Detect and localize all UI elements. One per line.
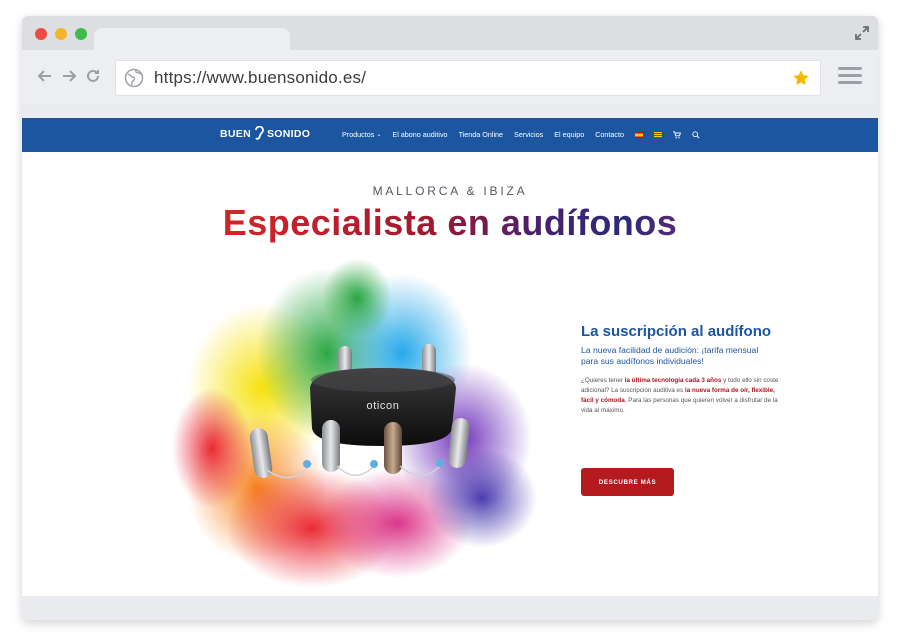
browser-bottom-bar — [22, 596, 878, 620]
logo-text-right: SONIDO — [266, 128, 311, 140]
hero-kicker: MALLORCA & IBIZA — [372, 184, 528, 198]
expand-icon[interactable] — [854, 25, 870, 41]
reload-button[interactable] — [84, 67, 102, 85]
reload-icon — [87, 69, 99, 82]
browser-tab[interactable] — [94, 28, 290, 52]
flag-es-icon[interactable] — [634, 131, 643, 138]
case-brand-label: oticon — [367, 400, 400, 412]
title-bar — [22, 16, 878, 52]
maximize-window-button[interactable] — [75, 28, 87, 40]
chevron-down-icon: ⌄ — [376, 132, 382, 138]
hero-headline: Especialista en audífonos — [22, 202, 878, 244]
promo-subtitle: La nueva facilidad de audición: ¡tarifa … — [581, 345, 759, 366]
menu-item-tienda[interactable]: Tienda Online — [459, 130, 503, 139]
web-page: BUEN SONIDO Productos ⌄ El abono auditivo… — [22, 118, 878, 596]
arrow-right-icon — [63, 70, 77, 82]
cart-icon[interactable] — [672, 130, 681, 139]
discover-more-button[interactable]: DESCUBRE MÁS — [581, 468, 674, 496]
menu-item-servicios[interactable]: Servicios — [514, 130, 543, 139]
hero-product-image: oticon — [172, 258, 537, 588]
browser-window: https://www.buensonido.es/ BUEN SONIDO P… — [22, 16, 878, 620]
back-button[interactable] — [36, 67, 54, 85]
site-logo[interactable]: BUEN SONIDO — [220, 126, 311, 140]
ear-logo-icon — [255, 126, 264, 140]
promo-body: ¿Quieres tener la última tecnología cada… — [581, 377, 779, 414]
subscription-promo: La suscripción al audífono La nueva faci… — [581, 323, 791, 416]
globe-icon — [124, 68, 144, 88]
search-icon[interactable] — [692, 130, 700, 139]
browser-menu-icon[interactable] — [838, 67, 862, 87]
url-text[interactable]: https://www.buensonido.es/ — [154, 68, 366, 88]
logo-text-left: BUEN — [220, 128, 251, 140]
flag-ca-icon[interactable] — [653, 131, 662, 138]
forward-button[interactable] — [60, 67, 78, 85]
arrow-left-icon — [37, 70, 51, 82]
promo-title: La suscripción al audífono — [581, 323, 772, 340]
menu-item-label: Productos — [342, 130, 375, 139]
close-window-button[interactable] — [35, 28, 47, 40]
minimize-window-button[interactable] — [55, 28, 67, 40]
promo-highlight-1: la última tecnología cada 3 años — [624, 377, 722, 384]
menu-item-abono[interactable]: El abono auditivo — [392, 130, 447, 139]
main-menu: Productos ⌄ El abono auditivo Tienda Onli… — [342, 130, 700, 139]
menu-item-equipo[interactable]: El equipo — [554, 130, 584, 139]
menu-item-productos[interactable]: Productos ⌄ — [342, 130, 381, 139]
menu-item-contacto[interactable]: Contacto — [595, 130, 624, 139]
browser-toolbar: https://www.buensonido.es/ — [22, 50, 878, 104]
bookmark-star-icon[interactable] — [792, 69, 810, 87]
site-header: BUEN SONIDO Productos ⌄ El abono auditivo… — [22, 118, 878, 152]
address-bar[interactable]: https://www.buensonido.es/ — [116, 61, 820, 95]
